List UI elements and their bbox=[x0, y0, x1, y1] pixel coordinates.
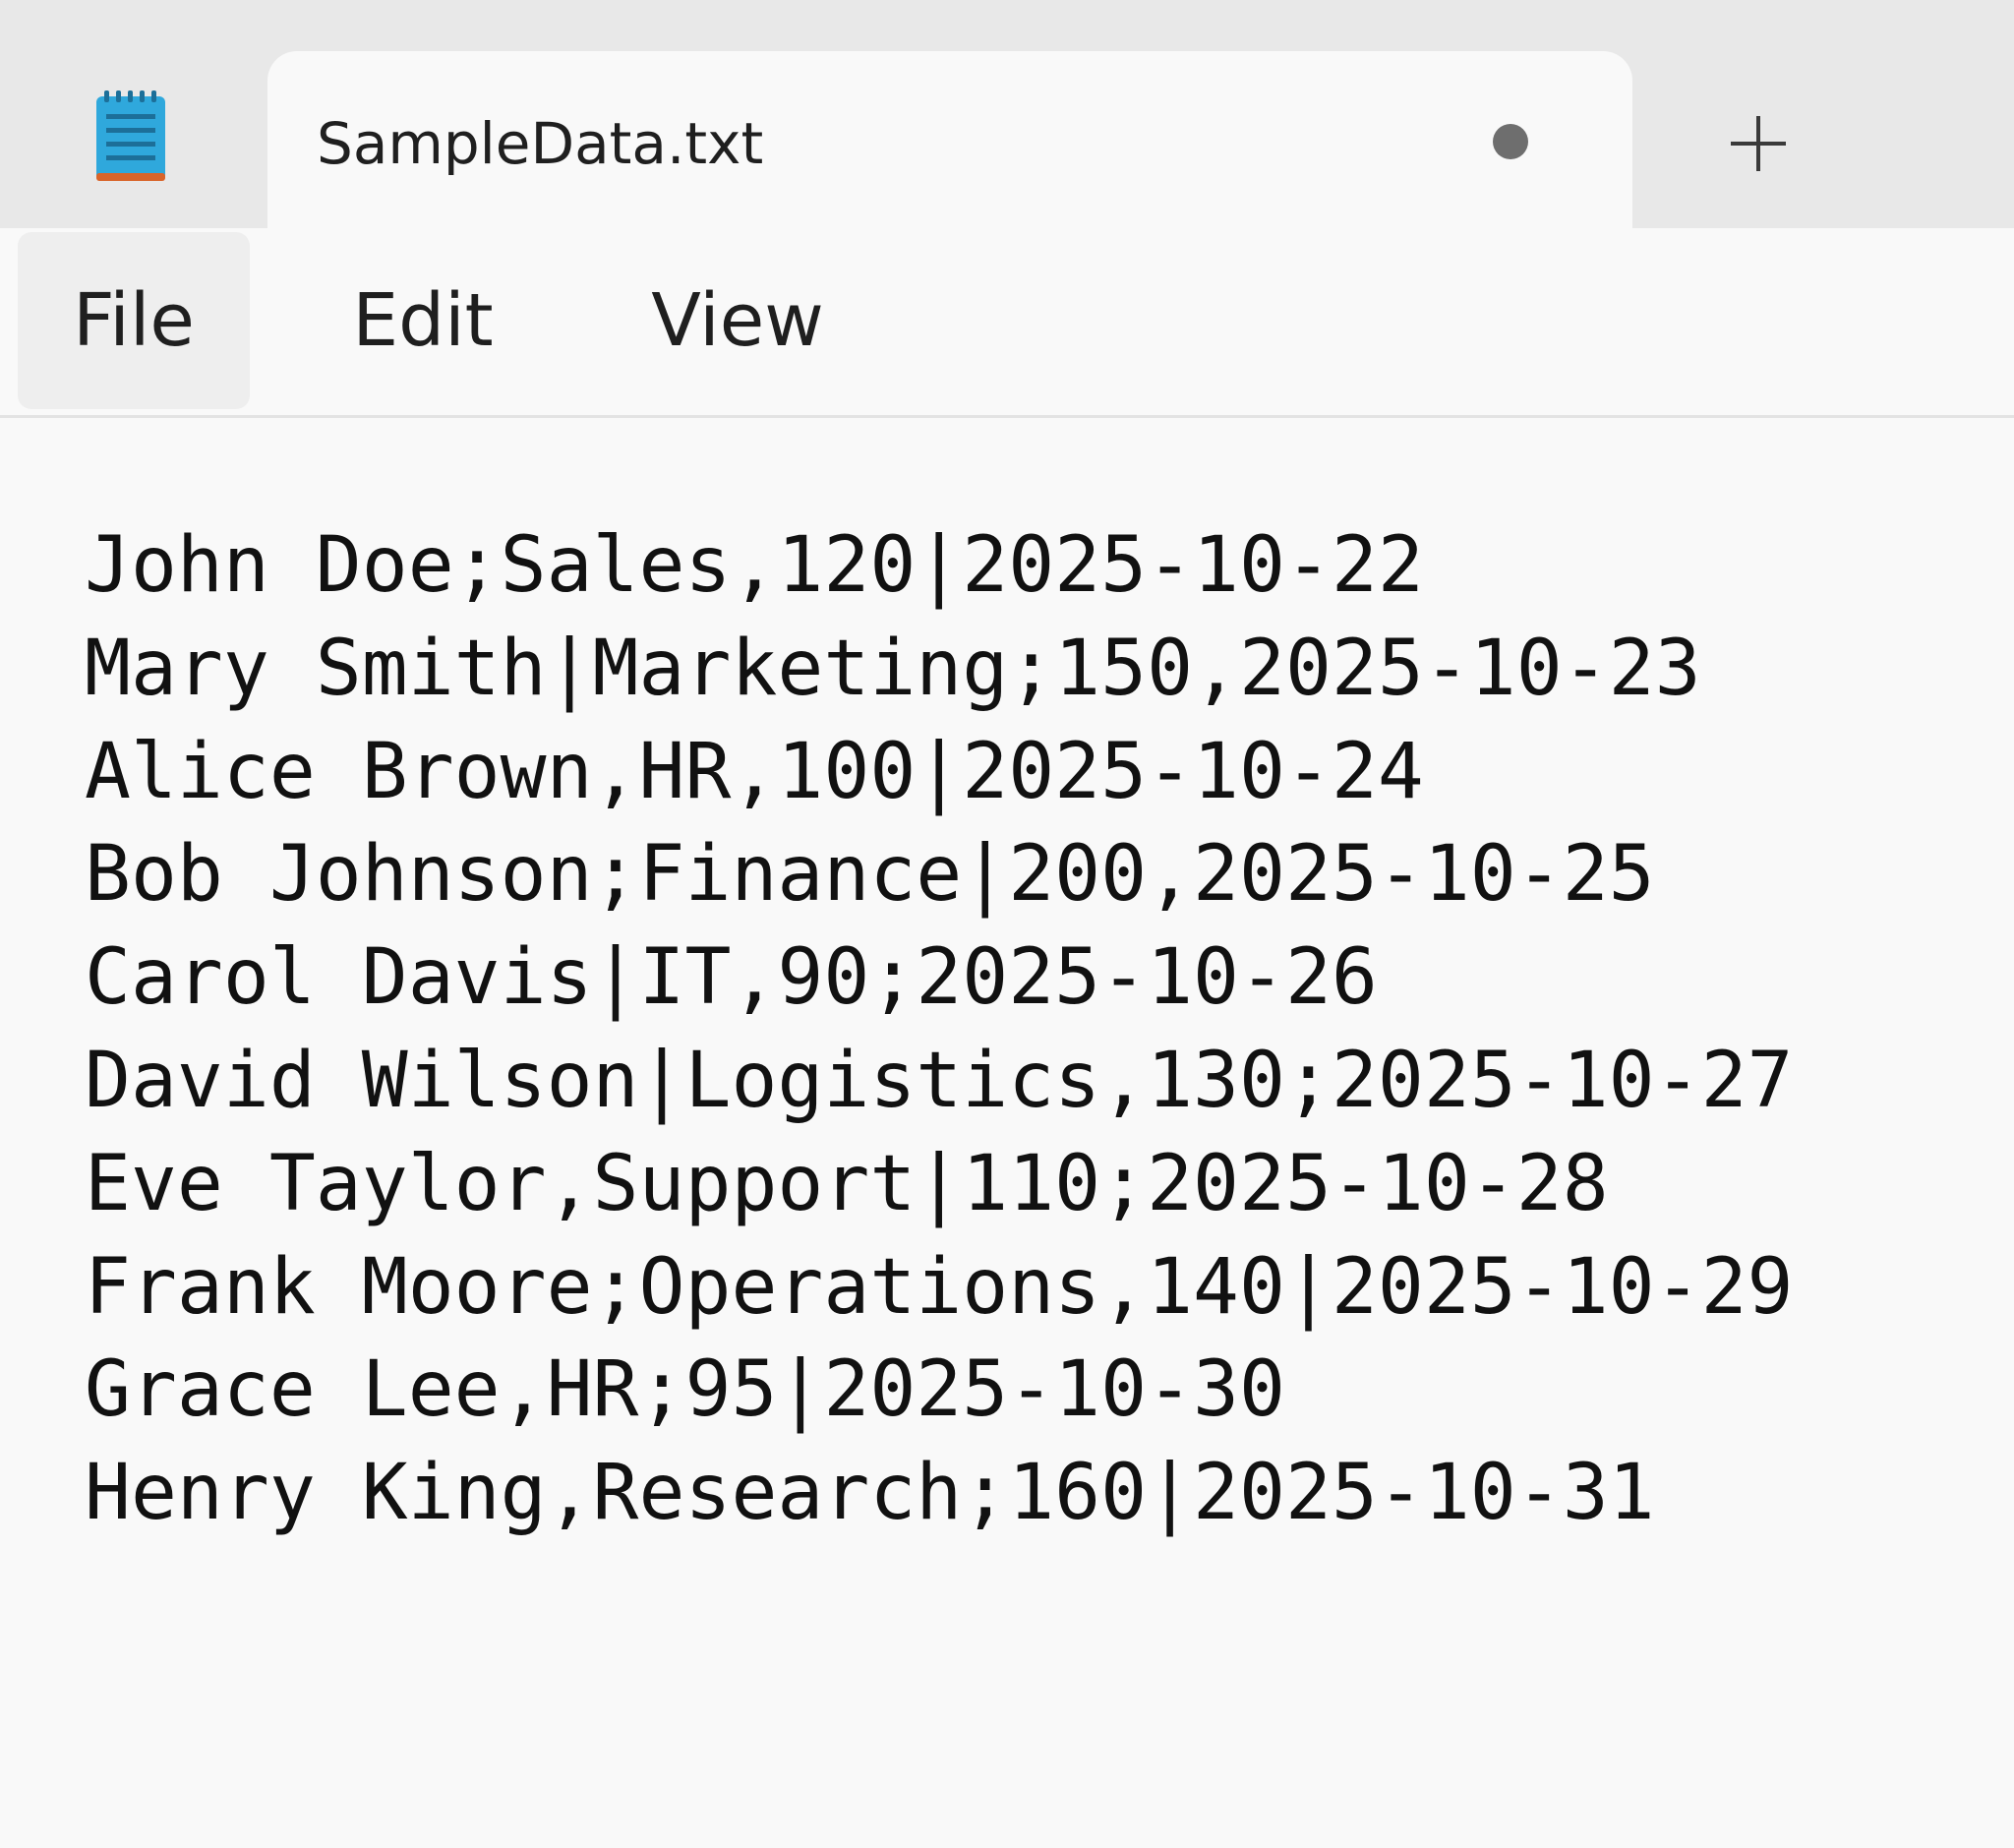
text-line: Grace Lee,HR;95|2025-10-30 bbox=[85, 1345, 1285, 1435]
text-line: Carol Davis|IT,90;2025-10-26 bbox=[85, 933, 1378, 1023]
menu-file[interactable]: File bbox=[18, 232, 250, 409]
text-line: Mary Smith|Marketing;150,2025-10-23 bbox=[85, 624, 1701, 713]
tab-strip: SampleData.txt bbox=[0, 0, 2014, 238]
new-tab-button[interactable] bbox=[1717, 102, 1800, 185]
menu-bar: File Edit View bbox=[0, 228, 2014, 418]
text-line: Bob Johnson;Finance|200,2025-10-25 bbox=[85, 830, 1655, 920]
text-line: Frank Moore;Operations,140|2025-10-29 bbox=[85, 1242, 1794, 1332]
text-line: David Wilson|Logistics,130;2025-10-27 bbox=[85, 1036, 1794, 1125]
text-line: Henry King,Research;160|2025-10-31 bbox=[85, 1449, 1655, 1538]
tab-title: SampleData.txt bbox=[317, 110, 764, 177]
text-line: Alice Brown,HR,100|2025-10-24 bbox=[85, 727, 1424, 816]
menu-edit[interactable]: Edit bbox=[325, 232, 521, 409]
text-content: John Doe;Sales,120|2025-10-22 Mary Smith… bbox=[85, 514, 1794, 1545]
text-editor[interactable]: John Doe;Sales,120|2025-10-22 Mary Smith… bbox=[0, 418, 2014, 1848]
text-line: Eve Taylor,Support|110;2025-10-28 bbox=[85, 1139, 1609, 1228]
notepad-window: SampleData.txt File Edit View John Doe;S… bbox=[0, 0, 2014, 1848]
unsaved-dot-icon[interactable] bbox=[1493, 124, 1528, 159]
text-line: John Doe;Sales,120|2025-10-22 bbox=[85, 521, 1424, 610]
menu-view[interactable]: View bbox=[620, 232, 856, 409]
tab-sampledata[interactable]: SampleData.txt bbox=[267, 51, 1632, 238]
notepad-icon bbox=[96, 90, 165, 181]
